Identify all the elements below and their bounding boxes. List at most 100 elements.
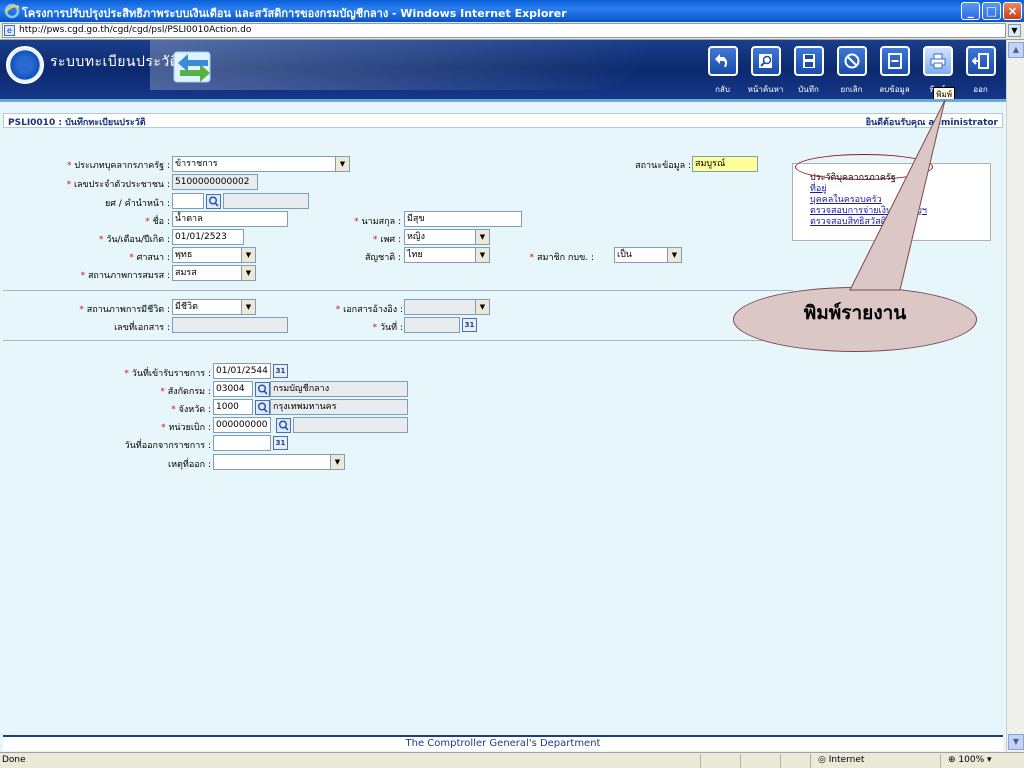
province-name-field: กรุงเทพมหานคร	[270, 399, 408, 415]
dept-code-input[interactable]: 03004	[213, 381, 253, 397]
exit-date-label: วันที่ออกจากราชการ :	[124, 441, 211, 451]
callout-pointer	[849, 100, 946, 291]
search-icon	[758, 54, 772, 68]
marital-select[interactable]: สมรส ▼	[172, 265, 256, 281]
app-title: ระบบทะเบียนประวัติ	[50, 54, 180, 70]
chevron-down-icon: ▼	[335, 157, 349, 171]
scroll-up-icon[interactable]: ▲	[1008, 42, 1024, 58]
religion-select[interactable]: พุทธ ▼	[172, 247, 256, 263]
gender-select[interactable]: หญิง ▼	[404, 229, 490, 245]
exit-date-input[interactable]	[213, 435, 271, 451]
citizen-id-field[interactable]: 5100000000002	[172, 174, 258, 190]
exit-reason-select[interactable]: ▼	[213, 454, 345, 470]
back-button[interactable]: กลับ	[701, 46, 744, 96]
citizen-id-label: * เลขประจำตัวประชาชน :	[66, 180, 170, 190]
date-input[interactable]	[404, 317, 460, 333]
life-status-label: * สถานภาพการมีชีวิต :	[79, 305, 170, 315]
province-search-button[interactable]	[255, 400, 270, 415]
marital-label: * สถานภาพการสมรส :	[80, 271, 170, 281]
data-status-label: สถานะข้อมูล :	[635, 161, 691, 171]
globe-icon: ◎	[818, 755, 829, 765]
zoom-icon: ⊕	[948, 755, 959, 765]
gender-label: * เพศ :	[373, 235, 401, 245]
page-code: PSLI0010 : บันทึกทะเบียนประวัติ	[8, 118, 146, 128]
address-bar: http://pws.cgd.go.th/cgd/cgd/psl/PSLI001…	[0, 22, 1024, 40]
chevron-down-icon: ▼	[475, 248, 489, 262]
doc-no-label: เลขที่เอกสาร :	[114, 323, 170, 333]
birth-date-input[interactable]: 01/01/2523	[172, 229, 244, 245]
header-swoosh	[150, 40, 650, 90]
ref-doc-label: * เอกสารอ้างอิง :	[335, 305, 403, 315]
unit-search-button[interactable]	[276, 418, 291, 433]
divider	[3, 340, 793, 341]
chevron-down-icon: ▼	[475, 300, 489, 314]
search-icon	[209, 196, 219, 207]
chevron-down-icon: ▼	[241, 266, 255, 280]
ref-doc-select[interactable]: ▼	[404, 299, 490, 315]
unit-code-input[interactable]: 000000000	[213, 417, 271, 433]
personnel-type-label: * ประเภทบุคลากรภาครัฐ :	[67, 161, 170, 171]
dept-label: * สังกัดกรม :	[160, 387, 211, 397]
gpf-member-select[interactable]: เป็น ▼	[614, 247, 682, 263]
window-titlebar: โครงการปรับปรุงประสิทธิภาพระบบเงินเดือน …	[0, 0, 1024, 22]
personnel-type-select[interactable]: ข้าราชการ ▼	[172, 156, 350, 172]
date-label: * วันที่ :	[372, 323, 403, 333]
province-code-input[interactable]: 1000	[213, 399, 253, 415]
address-input[interactable]: http://pws.cgd.go.th/cgd/cgd/psl/PSLI001…	[2, 23, 1006, 38]
cancel-icon	[844, 53, 859, 69]
status-text: Done	[2, 755, 26, 765]
back-arrow-icon	[714, 54, 727, 67]
calendar-icon[interactable]: 31	[462, 318, 477, 332]
printer-icon	[930, 53, 945, 69]
life-status-select[interactable]: มีชีวิต ▼	[172, 299, 256, 315]
dept-search-button[interactable]	[255, 382, 270, 397]
page-footer: The Comptroller General's Department	[3, 735, 1003, 751]
dept-name-field: กรมบัญชีกลาง	[270, 381, 408, 397]
exit-button[interactable]: ออก	[959, 46, 1002, 96]
entry-date-label: * วันที่เข้ารับราชการ :	[124, 369, 211, 379]
rank-code-input[interactable]	[172, 193, 204, 209]
unit-label: * หน่วยเบิก :	[161, 423, 211, 433]
data-status-field: สมบูรณ์	[692, 156, 758, 172]
rank-search-button[interactable]	[206, 194, 221, 209]
rank-name-field	[223, 193, 309, 209]
maximize-button[interactable]: □	[982, 2, 1001, 20]
chevron-down-icon: ▼	[241, 248, 255, 262]
zoom-level[interactable]: ⊕ 100% ▾	[948, 755, 992, 765]
cancel-button[interactable]: ยกเลิก	[830, 46, 873, 96]
scroll-down-icon[interactable]: ▼	[1008, 734, 1024, 750]
chevron-down-icon: ▼	[667, 248, 681, 262]
arrows-icon	[173, 51, 211, 83]
doc-no-input[interactable]	[172, 317, 288, 333]
birth-date-label: * วัน/เดือน/ปีเกิด :	[98, 235, 170, 245]
security-zone: ◎ Internet	[818, 755, 865, 765]
minimize-button[interactable]: _	[961, 2, 980, 20]
calendar-icon[interactable]: 31	[273, 436, 288, 450]
close-button[interactable]: ×	[1003, 2, 1022, 20]
status-bar: Done ◎ Internet ⊕ 100% ▾	[0, 752, 1024, 768]
gpf-member-label: * สมาชิก กบข. :	[529, 253, 594, 263]
nationality-select[interactable]: ไทย ▼	[404, 247, 490, 263]
save-button[interactable]: บันทึก	[787, 46, 830, 96]
province-label: * จังหวัด :	[171, 405, 211, 415]
page-content: ระบบทะเบียนประวัติ กลับ หน้าค้นหา บันทึก…	[0, 40, 1006, 752]
chevron-down-icon[interactable]: ▼	[1008, 24, 1021, 37]
entry-date-input[interactable]: 01/01/2544	[213, 363, 271, 379]
delete-icon	[887, 53, 902, 69]
floppy-icon	[802, 54, 815, 68]
calendar-icon[interactable]: 31	[273, 364, 288, 378]
chevron-down-icon: ▼	[330, 455, 344, 469]
exit-reason-label: เหตุที่ออก :	[168, 460, 211, 470]
callout-text: พิมพ์รายงาน	[803, 302, 907, 324]
search-page-button[interactable]: หน้าค้นหา	[744, 46, 787, 96]
chevron-down-icon: ▼	[475, 230, 489, 244]
religion-label: * ศาสนา :	[129, 253, 170, 263]
ie-icon	[4, 3, 20, 19]
divider	[3, 290, 793, 291]
first-name-input[interactable]: น้ำตาล	[172, 211, 288, 227]
last-name-input[interactable]: มีสุข	[404, 211, 522, 227]
vertical-scrollbar[interactable]: ▲ ▼	[1006, 40, 1024, 752]
exit-door-icon	[971, 53, 989, 69]
search-icon	[258, 384, 268, 395]
delete-button[interactable]: ลบข้อมูล	[873, 46, 916, 96]
